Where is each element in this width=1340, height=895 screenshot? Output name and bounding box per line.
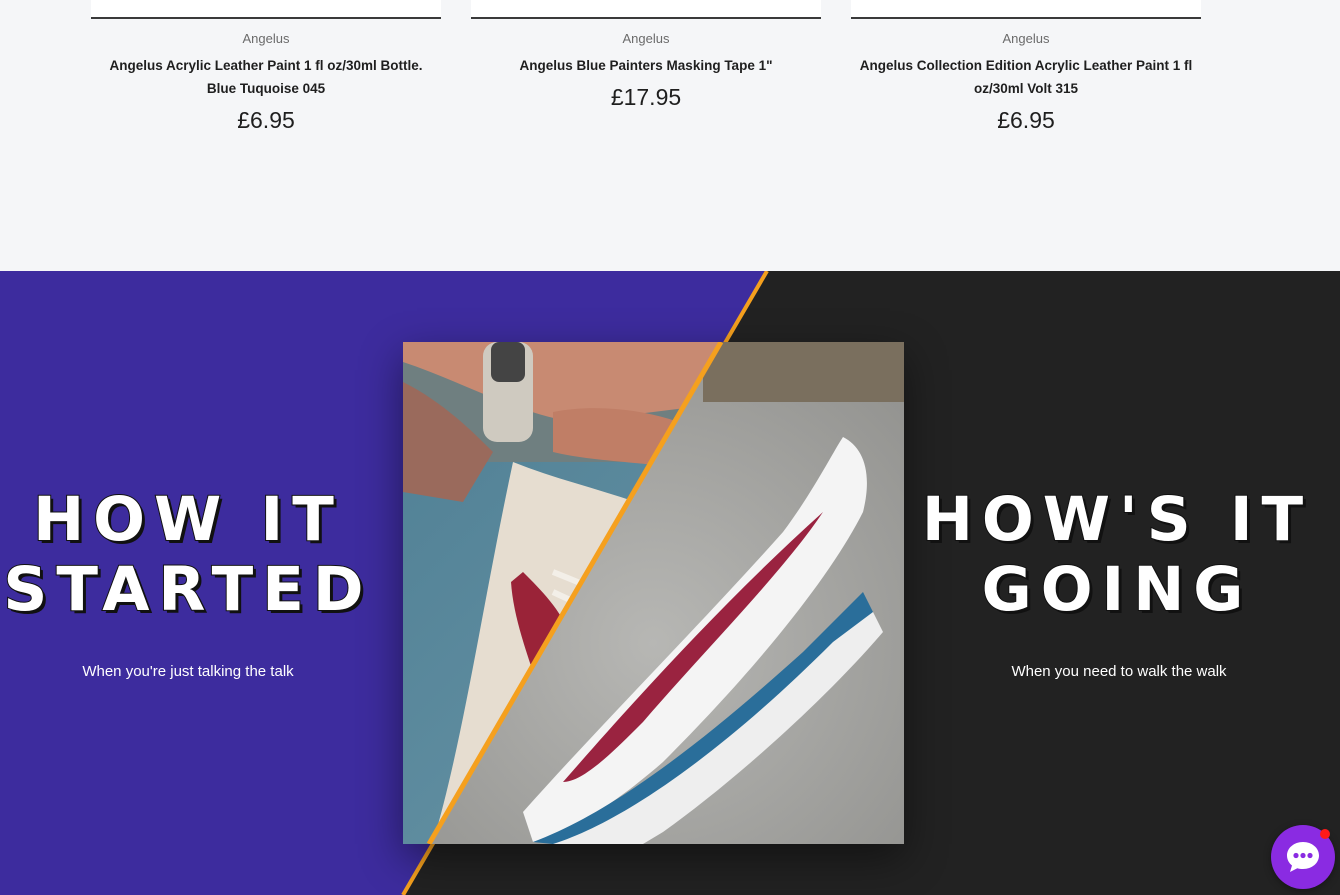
product-vendor[interactable]: Angelus — [91, 31, 441, 47]
product-vendor[interactable]: Angelus — [471, 31, 821, 47]
product-image[interactable] — [91, 0, 441, 19]
product-image[interactable] — [471, 0, 821, 19]
hows-it-going-heading: HOW'S IT GOING — [907, 484, 1327, 626]
before-after-shoe-photo — [403, 342, 904, 844]
product-card[interactable]: Angelus Angelus Acrylic Leather Paint 1 … — [91, 0, 441, 134]
hows-it-going-subtext: When you need to walk the walk — [1011, 663, 1227, 680]
heading-line: HOW'S IT — [921, 484, 1313, 556]
product-price: £6.95 — [997, 107, 1055, 133]
how-it-started-subtext: When you're just talking the talk — [82, 663, 294, 680]
product-price: £17.95 — [610, 84, 682, 110]
heading-line: HOW IT — [32, 484, 343, 556]
product-price: £6.95 — [237, 107, 295, 133]
product-title[interactable]: Angelus Blue Painters Masking Tape 1" — [471, 54, 821, 77]
product-card[interactable]: Angelus Angelus Blue Painters Masking Ta… — [471, 0, 821, 111]
heading-line: GOING — [981, 554, 1253, 626]
heading-line: STARTED — [2, 554, 373, 626]
before-after-banner: HOW IT STARTED When you're just talking … — [0, 271, 1340, 895]
product-title[interactable]: Angelus Collection Edition Acrylic Leath… — [851, 54, 1201, 100]
product-title-line[interactable]: Angelus Collection Edition Acrylic Leath… — [860, 58, 1193, 73]
chat-notification-dot — [1320, 829, 1330, 839]
product-card[interactable]: Angelus Angelus Collection Edition Acryl… — [851, 0, 1201, 134]
chat-bubble-icon — [1287, 842, 1319, 872]
how-it-started-heading: HOW IT STARTED — [0, 484, 398, 626]
product-title-line[interactable]: Angelus Acrylic Leather Paint 1 fl oz/30… — [109, 58, 422, 73]
product-title[interactable]: Angelus Acrylic Leather Paint 1 fl oz/30… — [91, 54, 441, 100]
product-vendor[interactable]: Angelus — [851, 31, 1201, 47]
product-title-line[interactable]: oz/30ml Volt 315 — [974, 81, 1078, 96]
product-image[interactable] — [851, 0, 1201, 19]
product-title-line[interactable]: Angelus Blue Painters Masking Tape 1" — [520, 58, 773, 73]
product-title-line[interactable]: Blue Tuquoise 045 — [207, 81, 325, 96]
product-carousel: Angelus Angelus Acrylic Leather Paint 1 … — [0, 0, 1340, 271]
